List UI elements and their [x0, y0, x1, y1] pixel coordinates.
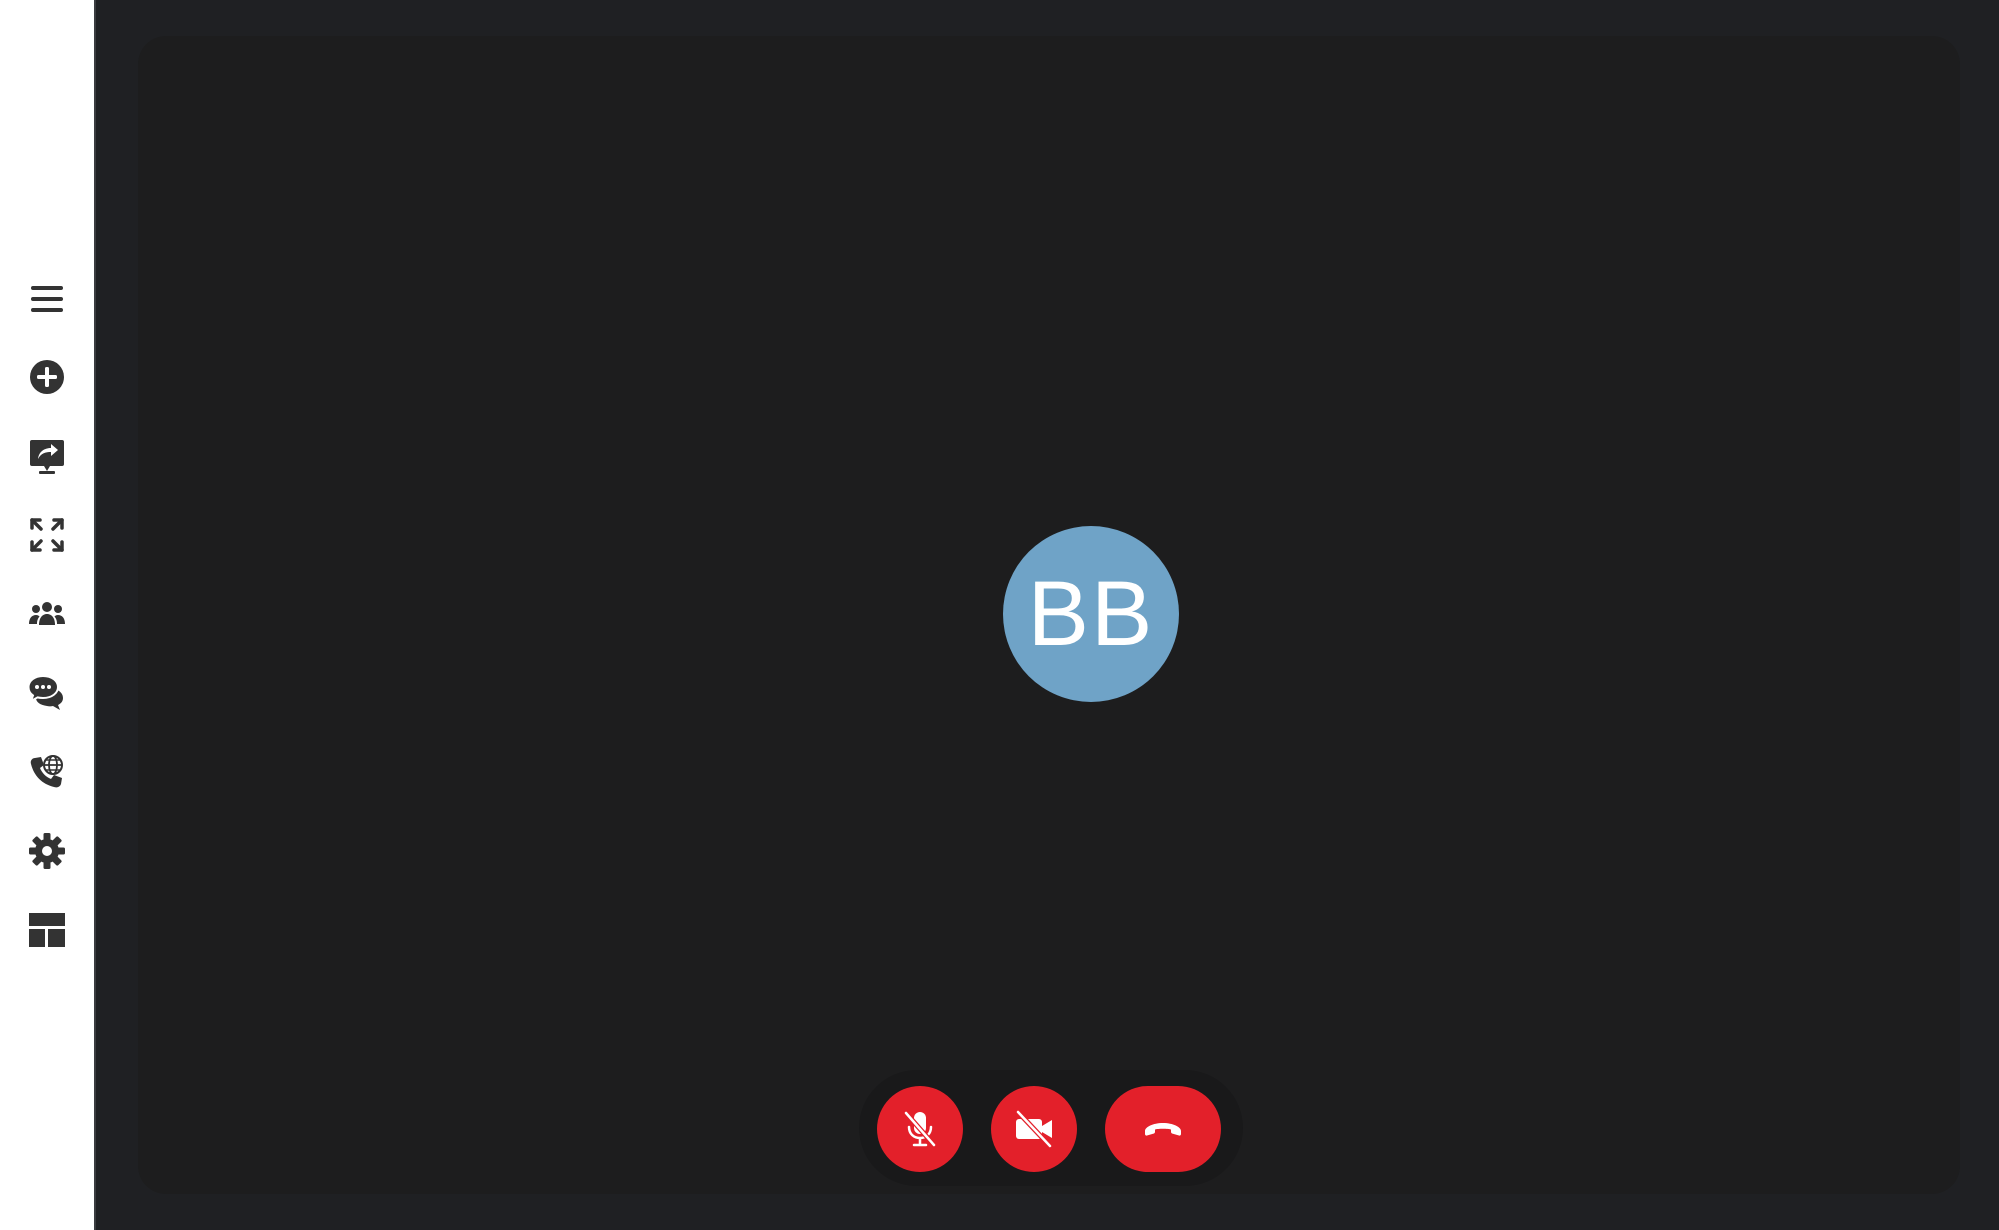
sidebar-item-participants[interactable] [16, 583, 78, 645]
call-controls-bar [859, 1070, 1243, 1186]
sidebar-item-menu[interactable] [16, 268, 78, 330]
mute-microphone-button[interactable] [877, 1086, 963, 1172]
avatar: BB [1003, 526, 1179, 702]
sidebar-item-fullscreen[interactable] [16, 504, 78, 566]
sidebar-item-chat[interactable] [16, 662, 78, 724]
video-slash-icon [1016, 1110, 1052, 1148]
toggle-camera-button[interactable] [991, 1086, 1077, 1172]
share-screen-icon [30, 440, 64, 474]
participant-video-tile: BB [138, 36, 1960, 1194]
call-stage: BB [96, 0, 1999, 1230]
hamburger-menu-icon [31, 286, 63, 312]
microphone-slash-icon [904, 1111, 936, 1147]
layout-grid-icon [29, 913, 65, 947]
sidebar-toolbar [0, 0, 96, 1230]
sidebar-item-settings[interactable] [16, 820, 78, 882]
sidebar-item-share-screen[interactable] [16, 425, 78, 487]
expand-arrows-icon [30, 518, 64, 552]
chat-bubbles-icon [27, 674, 63, 710]
gear-icon [29, 833, 65, 869]
sidebar-item-layout[interactable] [16, 899, 78, 961]
hang-up-button[interactable] [1105, 1086, 1221, 1172]
video-call-app: BB [0, 0, 1999, 1230]
avatar-initials: BB [1027, 563, 1155, 665]
users-icon [29, 602, 65, 625]
sidebar-item-dial-in[interactable] [16, 741, 78, 803]
sidebar-item-add[interactable] [16, 346, 78, 408]
plus-circle-icon [30, 360, 64, 394]
phone-globe-icon [30, 755, 63, 788]
phone-hangup-icon [1145, 1123, 1181, 1136]
